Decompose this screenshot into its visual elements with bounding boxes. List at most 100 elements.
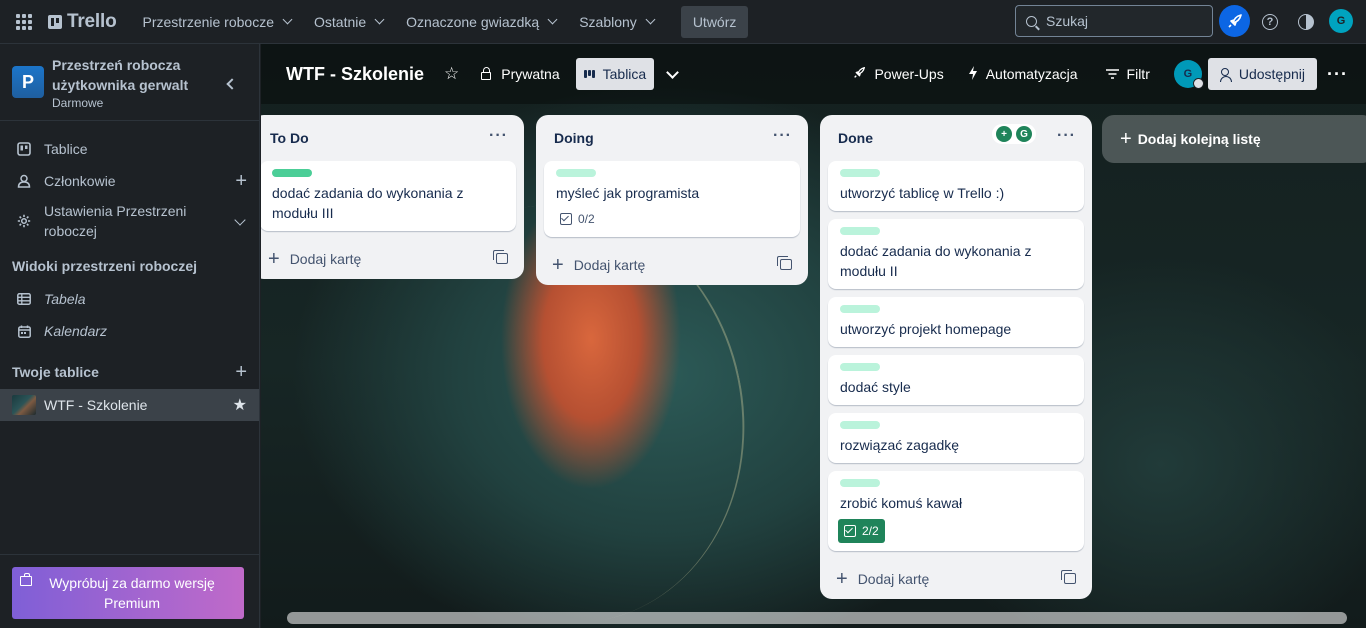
premium-label: Wypróbuj za darmo wersję Premium: [49, 575, 215, 611]
card[interactable]: zrobić komuś kawał 2/2: [828, 471, 1084, 551]
person-icon: [16, 174, 32, 188]
sidebar-item-settings[interactable]: Ustawienia Przestrzeni roboczej: [0, 197, 259, 245]
add-card-button[interactable]: + Dodaj kartę: [828, 559, 1084, 599]
plus-icon: +: [268, 248, 280, 270]
plus-icon: +: [836, 568, 848, 590]
premium-trial-button[interactable]: Wypróbuj za darmo wersję Premium: [12, 567, 244, 619]
app-switcher-icon[interactable]: [14, 12, 34, 32]
help-icon[interactable]: ?: [1255, 7, 1285, 37]
add-card-button[interactable]: + Dodaj kartę: [261, 239, 516, 279]
list-header[interactable]: Doing ···: [544, 115, 800, 161]
board-icon: [16, 142, 32, 156]
automation-button[interactable]: Automatyzacja: [960, 58, 1086, 90]
filter-button[interactable]: Filtr: [1098, 58, 1158, 90]
list-header[interactable]: To Do ···: [261, 115, 516, 161]
card-label[interactable]: [556, 169, 596, 177]
view-tab-board[interactable]: Tablica: [575, 58, 655, 90]
search-input[interactable]: [1046, 13, 1196, 29]
list-done: Done + G ··· utworzyć tablicę w Trello :…: [820, 115, 1092, 599]
card[interactable]: dodać zadania do wykonania z modułu II: [828, 219, 1084, 289]
share-button[interactable]: Udostępnij: [1207, 58, 1318, 90]
sidebar-item-table[interactable]: Tabela: [0, 283, 259, 315]
card-label[interactable]: [840, 363, 880, 371]
card-label[interactable]: [840, 305, 880, 313]
view-label: Tablica: [602, 66, 647, 82]
trello-logo[interactable]: Trello: [48, 10, 117, 33]
visibility-button[interactable]: Prywatna: [473, 58, 567, 90]
automation-label: Automatyzacja: [985, 66, 1078, 82]
powerups-button[interactable]: Power-Ups: [845, 58, 951, 90]
board-header: WTF - Szkolenie ☆ Prywatna Tablica Power…: [261, 44, 1366, 104]
rocket-icon[interactable]: [1219, 5, 1250, 37]
list-menu-icon[interactable]: ···: [773, 128, 792, 144]
card-label[interactable]: [272, 169, 312, 177]
boards-heading-label: Twoje tablice: [12, 364, 99, 380]
list-todo: To Do ··· dodać zadania do wykonania z m…: [261, 115, 524, 279]
list-header[interactable]: Done + G ···: [828, 115, 1084, 161]
add-list-button[interactable]: + Dodaj kolejną listę: [1102, 115, 1366, 163]
board-member-avatar[interactable]: G: [1173, 60, 1204, 89]
checkbox-icon: [844, 525, 856, 537]
sidebar-item-boards[interactable]: Tablice: [0, 133, 259, 165]
user-avatar[interactable]: G: [1329, 9, 1353, 33]
card[interactable]: dodać style: [828, 355, 1084, 405]
sidebar-item-calendar[interactable]: Kalendarz: [0, 315, 259, 347]
trello-logo-icon: [48, 14, 62, 29]
card[interactable]: myśleć jak programista 0/2: [544, 161, 800, 237]
sidebar-board-wtf[interactable]: WTF - Szkolenie ★: [0, 389, 259, 421]
menu-starred[interactable]: Oznaczone gwiazdką: [396, 6, 566, 38]
list-title[interactable]: Done: [838, 130, 873, 146]
chevron-down-icon: [547, 14, 558, 25]
add-card-button[interactable]: + Dodaj kartę: [544, 245, 800, 285]
card[interactable]: dodać zadania do wykonania z modułu III: [261, 161, 516, 231]
app-name: Trello: [67, 10, 117, 32]
horizontal-scrollbar[interactable]: [287, 612, 1347, 624]
plus-icon: +: [1120, 127, 1132, 150]
list-menu-icon[interactable]: ···: [489, 128, 508, 144]
add-member-icon[interactable]: +: [235, 171, 247, 191]
collapse-sidebar-button[interactable]: [219, 73, 241, 95]
card[interactable]: rozwiązać zagadkę: [828, 413, 1084, 463]
list-title[interactable]: Doing: [554, 130, 594, 146]
visibility-label: Prywatna: [501, 66, 560, 82]
menu-recent[interactable]: Ostatnie: [304, 6, 393, 38]
grammarly-icon[interactable]: G: [1016, 126, 1032, 142]
card-label[interactable]: [840, 479, 880, 487]
add-list-label: Dodaj kolejną listę: [1137, 131, 1261, 147]
template-icon[interactable]: [493, 250, 508, 264]
list-plugins: + G: [992, 124, 1036, 144]
menu-templates[interactable]: Szablony: [569, 6, 664, 38]
theme-icon[interactable]: [1291, 7, 1321, 37]
card-label[interactable]: [840, 227, 880, 235]
template-icon[interactable]: [1061, 570, 1076, 584]
sidebar-item-members[interactable]: Członkowie +: [0, 165, 259, 197]
board-menu-icon[interactable]: ···: [1327, 65, 1348, 83]
checklist-count: 0/2: [578, 212, 595, 226]
board-title[interactable]: WTF - Szkolenie: [286, 64, 424, 85]
card-label[interactable]: [840, 421, 880, 429]
sidebar-item-label: Kalendarz: [44, 323, 108, 339]
add-board-icon[interactable]: +: [235, 361, 247, 384]
workspace-sidebar: P Przestrzeń robocza użytkownika gerwalt…: [0, 44, 260, 628]
create-button[interactable]: Utwórz: [680, 5, 749, 38]
menu-label: Przestrzenie robocze: [142, 13, 274, 30]
views-heading: Widoki przestrzeni roboczej: [12, 258, 198, 274]
list-menu-icon[interactable]: ···: [1057, 128, 1076, 144]
menu-workspaces[interactable]: Przestrzenie robocze: [132, 6, 301, 38]
card[interactable]: utworzyć projekt homepage: [828, 297, 1084, 347]
card[interactable]: utworzyć tablicę w Trello :): [828, 161, 1084, 211]
list-title[interactable]: To Do: [270, 130, 309, 146]
card-label[interactable]: [840, 169, 880, 177]
workspace-name[interactable]: Przestrzeń robocza użytkownika gerwalt: [52, 55, 202, 95]
plus-badge-icon[interactable]: +: [996, 126, 1012, 142]
card-title: utworzyć tablicę w Trello :): [840, 185, 1005, 201]
chevron-down-icon[interactable]: [666, 65, 680, 79]
star-filled-icon[interactable]: ★: [233, 395, 247, 415]
template-icon[interactable]: [777, 256, 792, 270]
star-outline-icon[interactable]: ☆: [444, 64, 459, 84]
lightning-icon: [968, 65, 978, 83]
gift-icon: [20, 573, 32, 586]
sidebar-item-label: Tablice: [44, 141, 88, 157]
calendar-icon: [16, 325, 32, 338]
search-box[interactable]: [1015, 5, 1213, 37]
